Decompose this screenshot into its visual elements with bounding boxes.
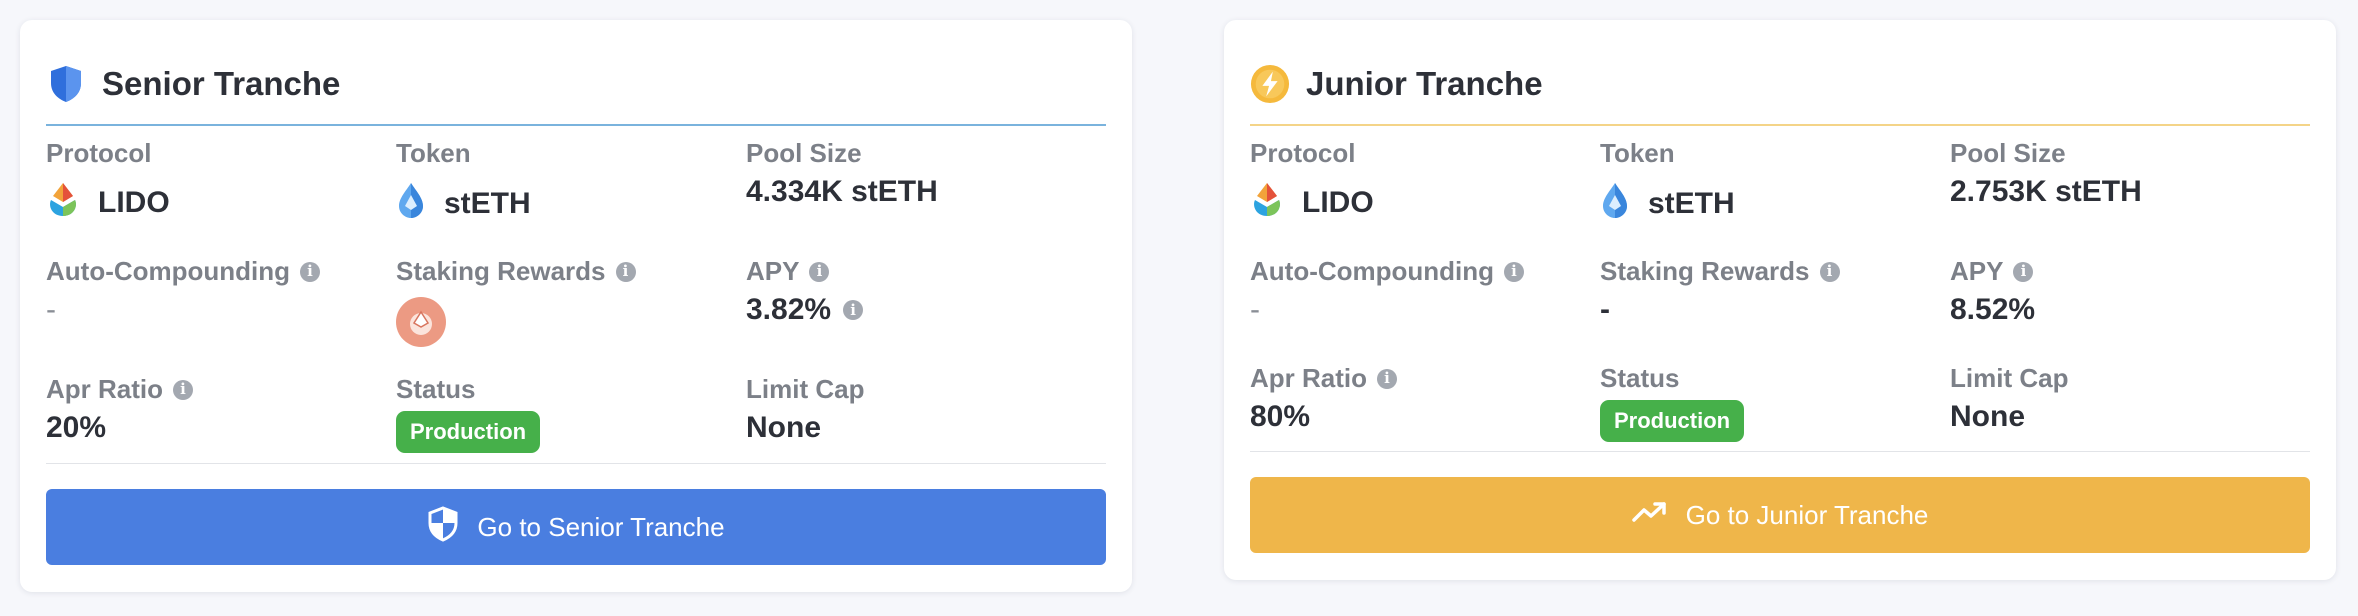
- apr-ratio-label: Apr Ratio i: [1250, 363, 1397, 394]
- apr-ratio-value: 80%: [1250, 400, 1311, 433]
- cta-label: Go to Senior Tranche: [477, 511, 725, 542]
- staking-rewards-label: Staking Rewards i: [396, 256, 636, 287]
- token-value: stETH: [444, 186, 531, 220]
- auto-compounding-value: -: [1250, 293, 1260, 326]
- lido-icon: [1250, 181, 1284, 224]
- info-icon[interactable]: i: [809, 261, 830, 282]
- token-field: Token stETH: [396, 138, 531, 226]
- lightning-icon: [1250, 64, 1290, 104]
- limit-cap-value: None: [1950, 400, 2025, 433]
- token-label: Token: [1600, 138, 1675, 168]
- pool-size-label: Pool Size: [1950, 138, 2066, 168]
- junior-tranche-card: Junior Tranche Protocol LIDO Token stETH…: [1224, 20, 2336, 580]
- apr-ratio-value: 20%: [46, 411, 107, 444]
- info-icon[interactable]: i: [173, 379, 193, 400]
- status-label: Status: [1600, 363, 1680, 393]
- apr-ratio-field: Apr Ratio i 20%: [46, 374, 193, 445]
- info-icon[interactable]: i: [300, 261, 321, 282]
- info-icon[interactable]: i: [2013, 261, 2034, 282]
- limit-cap-field: Limit Cap None: [746, 374, 864, 445]
- pool-size-field: Pool Size 2.753K stETH: [1950, 138, 2142, 209]
- status-label: Status: [396, 374, 476, 404]
- card-title: Junior Tranche: [1306, 65, 1543, 102]
- limit-cap-label: Limit Cap: [746, 374, 865, 404]
- info-icon[interactable]: i: [1504, 261, 1525, 282]
- staking-rewards-field: Staking Rewards i: [396, 256, 636, 347]
- protocol-field: Protocol LIDO: [1250, 138, 1374, 224]
- steth-icon: [1600, 181, 1630, 226]
- apr-ratio-label: Apr Ratio i: [46, 374, 193, 405]
- info-icon[interactable]: i: [1819, 261, 1840, 282]
- limit-cap-label: Limit Cap: [1950, 363, 2069, 393]
- card-header: Senior Tranche: [46, 44, 1106, 126]
- info-icon[interactable]: i: [615, 261, 636, 282]
- apy-label: APY i: [1950, 256, 2035, 287]
- lido-icon: [46, 181, 80, 224]
- info-icon[interactable]: i: [1377, 368, 1397, 389]
- divider: [46, 463, 1106, 464]
- limit-cap-field: Limit Cap None: [1950, 363, 2068, 434]
- auto-compounding-label: Auto-Compounding i: [1250, 256, 1525, 287]
- go-to-junior-tranche-button[interactable]: Go to Junior Tranche: [1250, 477, 2310, 553]
- staking-rewards-field: Staking Rewards i -: [1600, 256, 1840, 327]
- apy-value: 8.52%: [1950, 293, 2036, 326]
- apy-value: 3.82%: [746, 293, 832, 326]
- divider: [1250, 451, 2310, 452]
- go-to-senior-tranche-button[interactable]: Go to Senior Tranche: [46, 489, 1106, 565]
- trending-up-icon: [1631, 500, 1668, 531]
- shield-icon: [427, 505, 459, 549]
- status-badge: Production: [396, 411, 541, 453]
- staking-rewards-value: -: [1600, 293, 1610, 326]
- auto-compounding-label: Auto-Compounding i: [46, 256, 321, 287]
- protocol-field: Protocol LIDO: [46, 138, 170, 224]
- auto-compounding-value: -: [46, 293, 56, 326]
- protocol-value: LIDO: [1302, 185, 1374, 219]
- cta-label: Go to Junior Tranche: [1685, 499, 1929, 530]
- apy-label: APY i: [746, 256, 863, 287]
- steth-icon: [396, 181, 426, 226]
- card-title: Senior Tranche: [102, 65, 341, 102]
- pool-size-label: Pool Size: [746, 138, 862, 168]
- auto-compounding-field: Auto-Compounding i -: [46, 256, 321, 327]
- protocol-label: Protocol: [1250, 138, 1356, 168]
- info-icon[interactable]: i: [843, 300, 864, 320]
- protocol-value: LIDO: [98, 185, 170, 219]
- shield-icon: [46, 64, 86, 104]
- pool-size-value: 4.334K stETH: [746, 175, 938, 208]
- status-field: Status Production: [396, 374, 541, 453]
- reward-token-icon: [396, 297, 446, 347]
- staking-rewards-label: Staking Rewards i: [1600, 256, 1840, 287]
- apy-value-row: 3.82% i: [746, 293, 864, 327]
- auto-compounding-field: Auto-Compounding i -: [1250, 256, 1525, 327]
- senior-tranche-card: Senior Tranche Protocol LIDO Token stETH…: [20, 20, 1132, 592]
- card-header: Junior Tranche: [1250, 44, 2310, 126]
- token-field: Token stETH: [1600, 138, 1735, 226]
- apy-field: APY i 3.82% i: [746, 256, 864, 327]
- pool-size-field: Pool Size 4.334K stETH: [746, 138, 938, 209]
- apy-field: APY i 8.52%: [1950, 256, 2035, 327]
- status-badge: Production: [1600, 400, 1745, 442]
- limit-cap-value: None: [746, 411, 821, 444]
- pool-size-value: 2.753K stETH: [1950, 175, 2142, 208]
- apr-ratio-field: Apr Ratio i 80%: [1250, 363, 1397, 434]
- protocol-label: Protocol: [46, 138, 152, 168]
- token-label: Token: [396, 138, 471, 168]
- status-field: Status Production: [1600, 363, 1745, 442]
- token-value: stETH: [1648, 186, 1735, 220]
